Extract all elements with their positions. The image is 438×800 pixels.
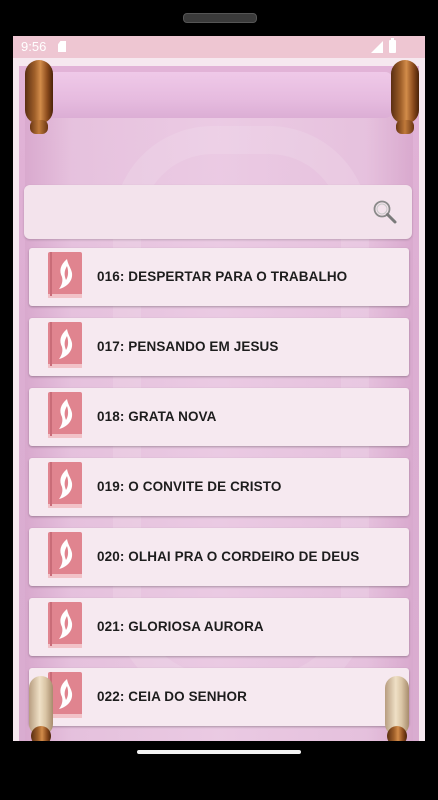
scroll-roller-knob-top-left <box>30 120 48 134</box>
scroll-roller-knob-top-right <box>396 120 414 134</box>
scroll-roller-knob-bottom-left <box>31 726 51 741</box>
status-bar: 9:56 <box>13 36 425 58</box>
hymn-title: 021: GLORIOSA AURORA <box>97 619 264 634</box>
hymn-title: 022: CEIA DO SENHOR <box>97 689 247 704</box>
book-flame-icon <box>48 602 82 648</box>
scroll-roller-top-left <box>25 60 53 124</box>
scroll-roller-knob-bottom-right <box>387 726 407 741</box>
book-flame-icon <box>48 392 82 438</box>
search-icon[interactable] <box>372 199 398 225</box>
hymn-title: 018: GRATA NOVA <box>97 409 217 424</box>
phone-frame: 9:56 016: DESPERTAR PARA O TRABALHO 017: … <box>0 0 438 800</box>
hymn-list-item[interactable]: 016: DESPERTAR PARA O TRABALHO <box>29 248 409 306</box>
battery-icon <box>389 38 396 53</box>
sim-card-icon <box>58 41 66 52</box>
hymn-title: 017: PENSANDO EM JESUS <box>97 339 279 354</box>
status-time: 9:56 <box>21 39 47 54</box>
search-bar[interactable] <box>24 185 412 239</box>
app-screen: 9:56 016: DESPERTAR PARA O TRABALHO 017: … <box>13 36 425 741</box>
book-flame-icon <box>48 322 82 368</box>
hymn-list-item[interactable]: 018: GRATA NOVA <box>29 388 409 446</box>
speaker-grille <box>183 13 257 23</box>
signal-icon <box>371 41 383 53</box>
hymn-list-item[interactable]: 022: CEIA DO SENHOR <box>29 668 409 726</box>
hymn-title: 019: O CONVITE DE CRISTO <box>97 479 282 494</box>
hymn-title: 020: OLHAI PRA O CORDEIRO DE DEUS <box>97 549 360 564</box>
scroll-roller-top-right <box>391 60 419 124</box>
book-flame-icon <box>48 532 82 578</box>
book-flame-icon <box>48 462 82 508</box>
hymn-list-item[interactable]: 019: O CONVITE DE CRISTO <box>29 458 409 516</box>
scroll-top-rolled <box>43 72 393 118</box>
search-input[interactable] <box>38 197 362 229</box>
book-flame-icon <box>48 252 82 298</box>
book-flame-icon <box>48 672 82 718</box>
hymn-list-item[interactable]: 017: PENSANDO EM JESUS <box>29 318 409 376</box>
hymn-list-item[interactable]: 020: OLHAI PRA O CORDEIRO DE DEUS <box>29 528 409 586</box>
hymn-title: 016: DESPERTAR PARA O TRABALHO <box>97 269 348 284</box>
home-indicator[interactable] <box>137 750 301 754</box>
hymn-list-item[interactable]: 021: GLORIOSA AURORA <box>29 598 409 656</box>
